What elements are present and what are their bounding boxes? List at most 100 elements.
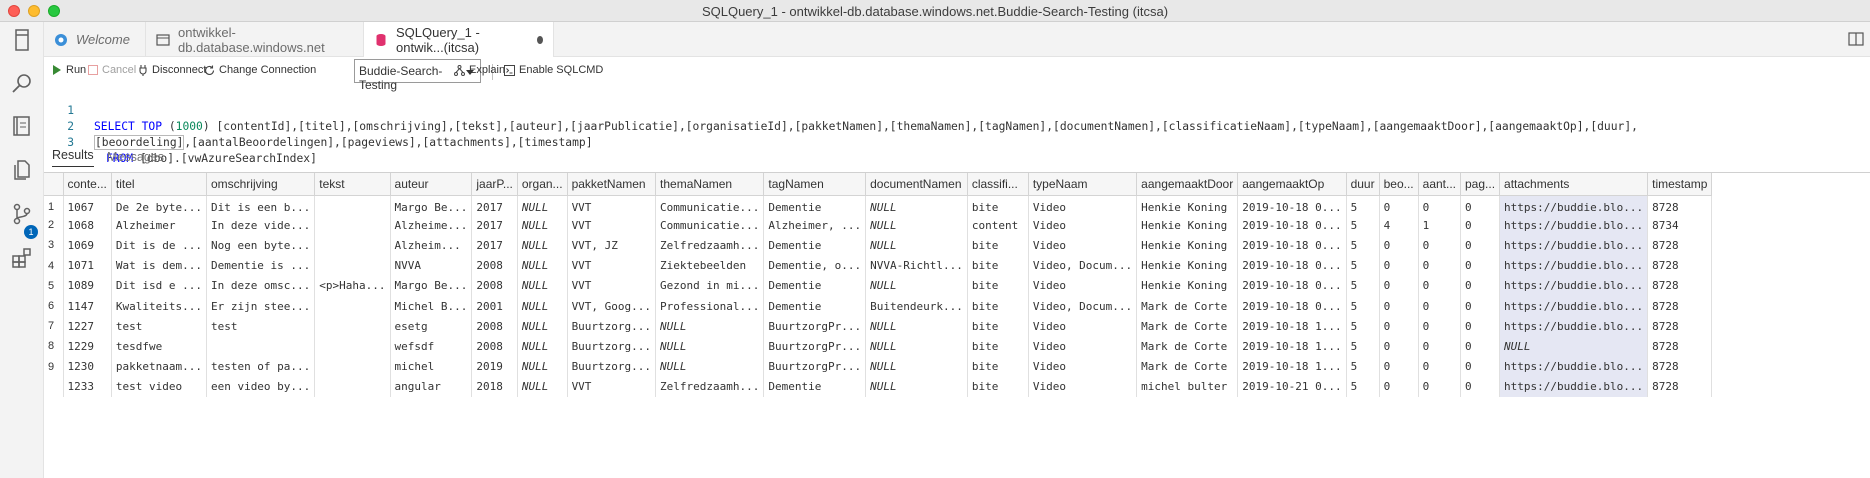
grid-cell[interactable]: NULL bbox=[517, 275, 568, 296]
grid-cell[interactable]: 0 bbox=[1379, 376, 1419, 397]
table-row[interactable]: 2 1068 Alzheimer In deze vide... Alzheime...… bbox=[44, 215, 1713, 236]
grid-cell[interactable]: bite bbox=[967, 195, 1029, 216]
grid-cell[interactable]: 2019-10-18 1... bbox=[1237, 356, 1347, 377]
grid-cell[interactable]: 5 bbox=[1346, 195, 1380, 216]
grid-cell[interactable]: NULL bbox=[517, 295, 568, 317]
grid-cell[interactable]: michel bbox=[390, 356, 473, 377]
grid-cell[interactable]: 8728 bbox=[1647, 195, 1713, 216]
grid-cell[interactable]: https://buddie.blo... bbox=[1499, 316, 1649, 337]
grid-cell[interactable]: 2017 bbox=[471, 235, 518, 256]
grid-cell[interactable]: Dementie bbox=[763, 275, 867, 296]
grid-cell[interactable]: 8728 bbox=[1647, 275, 1713, 296]
grid-cell[interactable]: Video bbox=[1028, 215, 1138, 236]
grid-cell[interactable]: test video bbox=[111, 376, 207, 397]
row-number[interactable] bbox=[44, 376, 64, 397]
column-header[interactable]: omschrijving bbox=[206, 173, 316, 196]
grid-cell[interactable]: 0 bbox=[1379, 275, 1419, 296]
grid-cell[interactable]: https://buddie.blo... bbox=[1499, 356, 1649, 377]
grid-cell[interactable]: 0 bbox=[1460, 376, 1501, 397]
grid-cell[interactable]: Dit isd e ... bbox=[111, 275, 207, 296]
grid-cell[interactable]: 8728 bbox=[1647, 235, 1713, 256]
grid-cell[interactable]: 0 bbox=[1460, 295, 1501, 317]
grid-cell[interactable]: NULL bbox=[517, 195, 568, 216]
grid-cell[interactable]: Dementie bbox=[763, 235, 867, 256]
grid-cell[interactable]: Er zijn stee... bbox=[206, 295, 316, 317]
grid-cell[interactable]: https://buddie.blo... bbox=[1499, 295, 1649, 317]
tab-server-dashboard[interactable]: ontwikkel-db.database.windows.net bbox=[146, 22, 364, 57]
row-number[interactable]: 6 bbox=[44, 295, 64, 317]
grid-cell[interactable]: content bbox=[967, 215, 1029, 236]
table-row[interactable]: 6 1147 Kwaliteits... Er zijn stee... Michel … bbox=[44, 295, 1713, 317]
grid-cell[interactable]: 0 bbox=[1460, 275, 1501, 296]
grid-cell[interactable]: 0 bbox=[1460, 255, 1501, 276]
grid-cell[interactable]: NULL bbox=[517, 235, 568, 256]
grid-cell[interactable]: Kwaliteits... bbox=[111, 295, 207, 317]
grid-cell[interactable]: 1230 bbox=[63, 356, 112, 377]
column-header[interactable]: pag... bbox=[1460, 173, 1501, 196]
grid-cell[interactable]: 1 bbox=[1418, 215, 1462, 236]
column-header[interactable]: auteur bbox=[390, 173, 473, 196]
grid-cell[interactable]: VVT bbox=[567, 275, 657, 296]
grid-cell[interactable]: 0 bbox=[1460, 316, 1501, 337]
grid-cell[interactable]: NULL bbox=[865, 336, 968, 357]
sql-editor[interactable]: 1 SELECT TOP (1000) [contentId],[titel],… bbox=[44, 87, 1870, 165]
grid-cell[interactable]: https://buddie.blo... bbox=[1499, 376, 1649, 397]
grid-cell[interactable]: Video, Docum... bbox=[1028, 255, 1138, 276]
grid-cell[interactable]: 0 bbox=[1460, 195, 1501, 216]
grid-cell[interactable]: Dit is een b... bbox=[206, 195, 316, 216]
grid-cell[interactable]: 1071 bbox=[63, 255, 112, 276]
grid-cell[interactable]: 2019-10-18 0... bbox=[1237, 275, 1347, 296]
grid-cell[interactable]: Margo Be... bbox=[390, 195, 473, 216]
grid-cell[interactable]: 1229 bbox=[63, 336, 112, 357]
grid-cell[interactable]: NULL bbox=[655, 356, 765, 377]
grid-cell[interactable]: NULL bbox=[1499, 336, 1649, 357]
column-header[interactable]: aangemaaktOp bbox=[1237, 173, 1347, 196]
grid-cell[interactable] bbox=[314, 356, 391, 377]
grid-cell[interactable]: NULL bbox=[517, 215, 568, 236]
grid-cell[interactable]: 0 bbox=[1379, 195, 1419, 216]
grid-cell[interactable]: 2019 bbox=[471, 356, 518, 377]
grid-cell[interactable]: Zelfredzaamh... bbox=[655, 235, 765, 256]
grid-cell[interactable]: 0 bbox=[1379, 336, 1419, 357]
row-number[interactable]: 9 bbox=[44, 356, 64, 377]
column-header[interactable]: attachments bbox=[1499, 173, 1649, 196]
grid-cell[interactable]: Alzheimer bbox=[111, 215, 207, 236]
grid-cell[interactable]: Dementie bbox=[763, 376, 867, 397]
grid-cell[interactable]: Henkie Koning bbox=[1136, 195, 1239, 216]
explain-button[interactable]: Explain bbox=[454, 64, 505, 76]
grid-cell[interactable] bbox=[206, 336, 316, 357]
grid-cell[interactable]: 5 bbox=[1346, 316, 1380, 337]
grid-cell[interactable]: https://buddie.blo... bbox=[1499, 255, 1649, 276]
grid-cell[interactable]: Henkie Koning bbox=[1136, 275, 1239, 296]
grid-cell[interactable]: https://buddie.blo... bbox=[1499, 195, 1649, 216]
grid-cell[interactable]: 8728 bbox=[1647, 255, 1713, 276]
grid-cell[interactable]: NULL bbox=[865, 195, 968, 216]
grid-cell[interactable]: In deze omsc... bbox=[206, 275, 316, 296]
grid-cell[interactable]: 8728 bbox=[1647, 336, 1713, 357]
grid-cell[interactable]: wefsdf bbox=[390, 336, 473, 357]
grid-cell[interactable]: Buurtzorg... bbox=[567, 336, 657, 357]
row-number[interactable]: 4 bbox=[44, 255, 64, 276]
tab-results[interactable]: Results bbox=[52, 148, 94, 167]
grid-cell[interactable]: NULL bbox=[517, 356, 568, 377]
grid-cell[interactable]: esetg bbox=[390, 316, 473, 337]
grid-cell[interactable]: 0 bbox=[1460, 336, 1501, 357]
grid-cell[interactable]: Dementie is ... bbox=[206, 255, 316, 276]
grid-cell[interactable]: NULL bbox=[865, 215, 968, 236]
grid-cell[interactable]: michel bulter bbox=[1136, 376, 1239, 397]
grid-cell[interactable]: test bbox=[111, 316, 207, 337]
grid-cell[interactable]: 2019-10-18 0... bbox=[1237, 195, 1347, 216]
grid-cell[interactable]: 5 bbox=[1346, 295, 1380, 317]
grid-cell[interactable]: Alzheime... bbox=[390, 215, 473, 236]
grid-cell[interactable]: 1089 bbox=[63, 275, 112, 296]
grid-cell[interactable]: 2019-10-18 0... bbox=[1237, 215, 1347, 236]
grid-cell[interactable]: NULL bbox=[865, 235, 968, 256]
grid-cell[interactable] bbox=[314, 376, 391, 397]
disconnect-button[interactable]: Disconnect bbox=[138, 64, 206, 76]
grid-cell[interactable]: 0 bbox=[1418, 316, 1462, 337]
table-row[interactable]: 7 1227 test test esetg 2008 NULL Buurtzorg... NU… bbox=[44, 316, 1713, 337]
grid-cell[interactable]: 0 bbox=[1418, 295, 1462, 317]
column-header[interactable]: organ... bbox=[517, 173, 568, 196]
column-header[interactable]: aant... bbox=[1418, 173, 1462, 196]
grid-cell[interactable]: Zelfredzaamh... bbox=[655, 376, 765, 397]
